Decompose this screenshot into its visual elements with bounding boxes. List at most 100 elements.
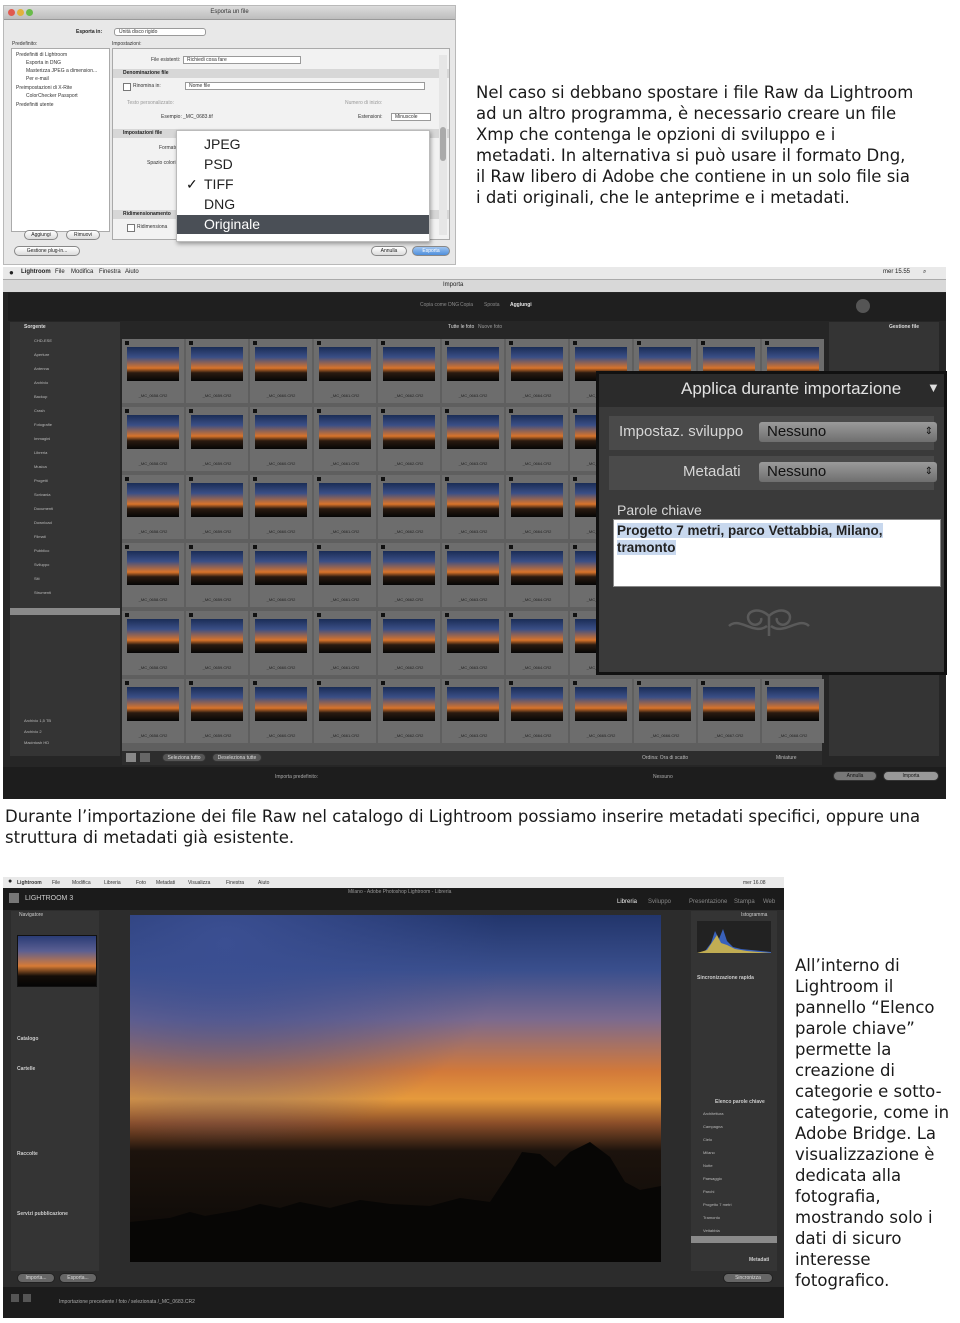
navigator-header[interactable]: Navigatore bbox=[19, 912, 43, 918]
module-presentazione[interactable]: Presentazione bbox=[689, 899, 727, 905]
include-checkbox[interactable] bbox=[381, 341, 385, 345]
menu-item[interactable]: Libreria bbox=[104, 880, 121, 886]
include-checkbox[interactable] bbox=[125, 681, 129, 685]
import-thumbnail[interactable]: _MC_0658.CR2 bbox=[122, 475, 184, 539]
import-thumbnail[interactable]: _MC_0666.CR2 bbox=[634, 679, 696, 743]
apply-panel-header[interactable]: Applica durante importazione ▼ bbox=[599, 374, 944, 407]
folder-item[interactable]: Crash bbox=[34, 408, 45, 413]
keyword-item[interactable]: Progetto 7 metri bbox=[703, 1202, 731, 1207]
menu-item[interactable]: File bbox=[52, 880, 60, 886]
include-checkbox[interactable] bbox=[189, 341, 193, 345]
keyword-item[interactable]: Tramonto bbox=[703, 1215, 720, 1220]
import-thumbnail[interactable]: _MC_0658.CR2 bbox=[122, 611, 184, 675]
include-checkbox[interactable] bbox=[253, 477, 257, 481]
menu-item[interactable]: Metadati bbox=[156, 880, 175, 886]
keyword-item[interactable]: Campagna bbox=[703, 1124, 723, 1129]
import-button[interactable]: Importa bbox=[883, 771, 939, 781]
module-stampa[interactable]: Stampa bbox=[734, 899, 755, 905]
import-thumbnail[interactable]: _MC_0662.CR2 bbox=[378, 679, 440, 743]
keywords-field[interactable]: Progetto 7 metri, parco Vettabbia, Milan… bbox=[613, 519, 941, 587]
folder-item[interactable]: Fotografie bbox=[34, 422, 52, 427]
folder-item[interactable]: Scrivania bbox=[34, 492, 50, 497]
keyword-item[interactable]: Parchi bbox=[703, 1189, 714, 1194]
folder-item[interactable]: Progetti bbox=[34, 478, 48, 483]
zoom-icon[interactable] bbox=[26, 9, 33, 16]
include-checkbox[interactable] bbox=[573, 409, 577, 413]
folder-item[interactable]: Backup bbox=[34, 394, 47, 399]
preset-item[interactable]: Predefiniti di Lightroom bbox=[16, 52, 67, 58]
thumbnail-size-label[interactable]: Miniature bbox=[776, 755, 797, 761]
menu-lightroom[interactable]: Lightroom bbox=[21, 269, 51, 275]
include-checkbox[interactable] bbox=[125, 341, 129, 345]
folder-item[interactable]: CHD-ESE bbox=[34, 338, 52, 343]
include-checkbox[interactable] bbox=[317, 477, 321, 481]
include-checkbox[interactable] bbox=[381, 545, 385, 549]
include-checkbox[interactable] bbox=[701, 681, 705, 685]
folder-item[interactable]: Siti bbox=[34, 576, 40, 581]
include-checkbox[interactable] bbox=[125, 477, 129, 481]
menu-modifica[interactable]: Modifica bbox=[71, 269, 93, 275]
plugin-manager-button[interactable]: Gestione plug-in... bbox=[14, 246, 80, 256]
extensions-select[interactable]: Minuscole bbox=[391, 113, 431, 121]
histogram-header[interactable]: Istogramma bbox=[741, 912, 767, 918]
import-thumbnail[interactable]: _MC_0664.CR2 bbox=[506, 407, 568, 471]
tab-new-photos[interactable]: Nuove foto bbox=[478, 324, 502, 330]
folder-item[interactable]: Musica bbox=[34, 464, 47, 469]
menu-item[interactable]: Visualizza bbox=[188, 880, 210, 886]
include-checkbox[interactable] bbox=[445, 545, 449, 549]
metadata-select[interactable]: Nessuno ⇕ bbox=[759, 462, 937, 482]
library-export-button[interactable]: Esporta... bbox=[59, 1273, 97, 1283]
volume-item[interactable]: Macintosh HD bbox=[24, 740, 49, 745]
import-preset-value[interactable]: Nessuno bbox=[653, 774, 673, 780]
import-thumbnail[interactable]: _MC_0660.CR2 bbox=[250, 679, 312, 743]
folder-item[interactable]: Antenna bbox=[34, 366, 49, 371]
module-libreria[interactable]: Libreria bbox=[617, 899, 637, 905]
include-checkbox[interactable] bbox=[445, 341, 449, 345]
publish-services-section[interactable]: Servizi pubblicazione bbox=[17, 1211, 68, 1217]
import-thumbnail[interactable]: _MC_0664.CR2 bbox=[506, 679, 568, 743]
settings-scrollbar[interactable] bbox=[439, 55, 447, 235]
include-checkbox[interactable] bbox=[253, 341, 257, 345]
include-checkbox[interactable] bbox=[253, 545, 257, 549]
import-thumbnail[interactable]: _MC_0659.CR2 bbox=[186, 543, 248, 607]
include-checkbox[interactable] bbox=[189, 613, 193, 617]
import-thumbnail[interactable]: _MC_0662.CR2 bbox=[378, 339, 440, 403]
collections-section[interactable]: Raccolte bbox=[17, 1151, 38, 1157]
import-thumbnail[interactable]: _MC_0659.CR2 bbox=[186, 611, 248, 675]
destination-icon[interactable] bbox=[856, 299, 870, 313]
main-photo[interactable] bbox=[130, 915, 661, 1262]
include-checkbox[interactable] bbox=[253, 613, 257, 617]
import-thumbnail[interactable]: _MC_0661.CR2 bbox=[314, 611, 376, 675]
keyword-item[interactable]: Paesaggio bbox=[703, 1176, 722, 1181]
import-thumbnail[interactable]: _MC_0660.CR2 bbox=[250, 339, 312, 403]
include-checkbox[interactable] bbox=[125, 545, 129, 549]
folder-item[interactable]: Sviluppo bbox=[34, 562, 49, 567]
folder-item[interactable]: Pubblico bbox=[34, 548, 49, 553]
minimize-icon[interactable] bbox=[17, 9, 24, 16]
close-icon[interactable] bbox=[8, 9, 15, 16]
import-thumbnail[interactable]: _MC_0662.CR2 bbox=[378, 543, 440, 607]
format-option-original[interactable]: Originale bbox=[177, 215, 429, 234]
menu-item[interactable]: Lightroom bbox=[17, 880, 42, 886]
import-thumbnail[interactable]: _MC_0661.CR2 bbox=[314, 679, 376, 743]
import-thumbnail[interactable]: _MC_0663.CR2 bbox=[442, 543, 504, 607]
menu-file[interactable]: File bbox=[55, 269, 65, 275]
metadata-section[interactable]: Metadati bbox=[749, 1257, 769, 1263]
import-thumbnail[interactable]: _MC_0658.CR2 bbox=[122, 543, 184, 607]
import-thumbnail[interactable]: _MC_0661.CR2 bbox=[314, 543, 376, 607]
import-thumbnail[interactable]: _MC_0659.CR2 bbox=[186, 407, 248, 471]
module-web[interactable]: Web bbox=[763, 899, 775, 905]
keyword-item[interactable]: Cielo bbox=[703, 1137, 712, 1142]
apple-icon[interactable]: ● bbox=[9, 268, 14, 277]
format-option-tiff[interactable]: TIFF bbox=[177, 175, 429, 194]
import-thumbnail[interactable]: _MC_0665.CR2 bbox=[570, 679, 632, 743]
mode-move[interactable]: Sposta bbox=[484, 302, 500, 308]
preset-item[interactable]: Predefiniti utente bbox=[16, 102, 54, 108]
include-checkbox[interactable] bbox=[317, 341, 321, 345]
folder-item[interactable]: Documenti bbox=[34, 506, 53, 511]
import-thumbnail[interactable]: _MC_0661.CR2 bbox=[314, 407, 376, 471]
include-checkbox[interactable] bbox=[701, 341, 705, 345]
module-sviluppo[interactable]: Sviluppo bbox=[648, 899, 671, 905]
import-thumbnail[interactable]: _MC_0668.CR2 bbox=[762, 679, 824, 743]
include-checkbox[interactable] bbox=[445, 681, 449, 685]
